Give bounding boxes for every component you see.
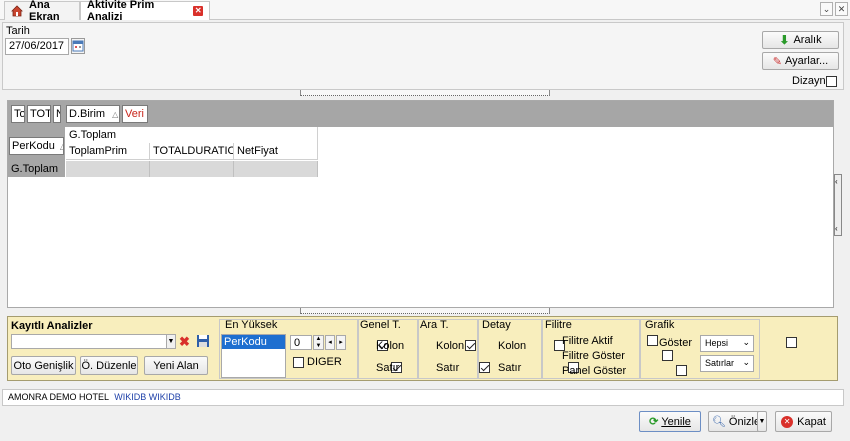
top-n-title: En Yüksek — [225, 319, 278, 331]
filter-panel — [2, 22, 844, 90]
chart-title: Grafik — [645, 319, 675, 331]
filter-active-label: Filitre Aktif — [562, 335, 613, 347]
status-hotel: AMONRA DEMO HOTEL — [8, 392, 109, 402]
preview-icon: 🔍︎ — [711, 416, 726, 428]
preview-dropdown-icon[interactable]: ▼ — [757, 411, 767, 432]
home-icon — [11, 5, 23, 17]
col-header-totalduration: TOTALDURATION — [150, 143, 234, 160]
general-col-label: Kolon — [376, 340, 405, 352]
header-field-veri[interactable]: Veri — [122, 105, 148, 123]
close-tab-icon[interactable]: ✕ — [193, 6, 203, 16]
tab-activity-bonus[interactable]: Aktivite Prim Analizi ✕ — [80, 0, 210, 23]
pencil-icon: ✎ — [772, 55, 782, 68]
other-label: DIGER — [307, 356, 342, 368]
close-label: Kapat — [797, 415, 826, 428]
tab-activity-bonus-label: Aktivite Prim Analizi — [87, 0, 155, 23]
col-header-netfiyat: NetFiyat — [234, 143, 318, 160]
delete-icon[interactable]: ✖ — [179, 334, 193, 349]
header-field-d-birim-label: D.Birim — [69, 108, 106, 120]
analysis-control-panel: Kayıtlı Analizler ▼ ✖ Oto Genişlik Ö. Dü… — [7, 316, 838, 381]
panel-show-label: Panel Göster — [562, 365, 627, 377]
row-field-perkodu[interactable]: PerKodu △ — [9, 137, 64, 155]
pivot-header-area: To TOT N D.Birim △ Veri — [8, 101, 833, 127]
close-button[interactable]: ✕ Kapat — [775, 411, 832, 432]
arrow-down-green-icon: ⬇ — [779, 33, 790, 47]
close-window-icon[interactable]: ✕ — [835, 2, 848, 16]
header-field-n[interactable]: N — [53, 105, 61, 123]
other-checkbox[interactable] — [293, 357, 304, 368]
bottom-splitter[interactable] — [300, 308, 550, 314]
chevron-down-icon[interactable]: ⌄ — [820, 2, 833, 16]
header-field-d-birim[interactable]: D.Birim △ — [66, 105, 120, 123]
data-cell[interactable] — [234, 161, 318, 177]
date-field[interactable]: 27/06/2017 — [5, 38, 69, 55]
refresh-button[interactable]: ⟳ Yenile — [639, 411, 701, 432]
header-field-tot[interactable]: TOT — [27, 105, 51, 123]
pivot-grid: To TOT N D.Birim △ Veri PerKodu △ G.Topl… — [7, 100, 834, 308]
chart-show-label: Göster — [659, 337, 693, 349]
new-field-button[interactable]: Yeni Alan — [144, 356, 208, 375]
arrow-right-icon[interactable]: ▸ — [336, 335, 346, 350]
design-label: Dizayn — [792, 75, 826, 87]
dropdown-arrow-icon[interactable]: ▼ — [166, 334, 176, 349]
tab-home-label: Ana Ekran — [29, 0, 60, 23]
sort-asc-icon: △ — [60, 142, 63, 151]
edit-button[interactable]: Ö. Düzenle — [80, 356, 138, 375]
saved-analyses-select[interactable] — [11, 334, 171, 349]
header-field-to[interactable]: To — [11, 105, 25, 123]
sort-asc-icon: △ — [112, 110, 119, 119]
status-db: WIKIDB WIKIDB — [114, 392, 181, 402]
right-collapse-handle[interactable]: ‹ ‹ — [834, 174, 842, 236]
tab-strip: Ana Ekran Aktivite Prim Analizi ✕ ⌄ ✕ — [0, 0, 850, 23]
design-checkbox[interactable] — [826, 76, 837, 87]
general-row-label: Satır — [376, 362, 400, 374]
auto-width-button[interactable]: Oto Genişlik — [11, 356, 76, 375]
range-button[interactable]: ⬇ Aralık — [762, 31, 839, 49]
row-field-label: PerKodu — [12, 140, 55, 152]
refresh-icon: ⟳ — [649, 416, 659, 428]
spin-updown-icon[interactable]: ▲ ▼ — [313, 335, 324, 350]
chevron-down-icon: ⌄ — [742, 337, 750, 347]
sub-col-label: Kolon — [436, 340, 465, 352]
range-button-label: Aralık — [793, 34, 822, 46]
col-group-header: G.Toplam — [66, 127, 318, 143]
filter-show-label: Filitre Göster — [562, 350, 625, 362]
row-header-gtoplam: G.Toplam — [11, 163, 59, 175]
date-label: Tarih — [6, 25, 30, 37]
chart-axis-select[interactable]: Satırlar ⌄ — [700, 355, 754, 372]
settings-button-label: Ayarlar... — [785, 55, 829, 67]
refresh-label: Yenile — [661, 415, 691, 428]
sub-col-checkbox[interactable] — [465, 340, 477, 351]
tab-home[interactable]: Ana Ekran — [4, 0, 80, 23]
detail-title: Detay — [482, 319, 511, 331]
filter-title: Filitre — [545, 319, 572, 331]
chevron-down-icon: ⌄ — [742, 357, 750, 367]
sub-row-label: Satır — [436, 362, 460, 374]
detail-col-label: Kolon — [498, 340, 527, 352]
chart-axis-value: Satırlar — [705, 358, 735, 368]
chart-scope-select[interactable]: Hepsi ⌄ — [700, 335, 754, 352]
preview-label: Önizle — [728, 415, 761, 428]
close-circle-icon: ✕ — [781, 415, 794, 428]
chart-show-checkbox[interactable] — [785, 337, 797, 348]
top-n-count-field[interactable]: 0 — [290, 335, 312, 350]
status-bar: AMONRA DEMO HOTEL WIKIDB WIKIDB — [2, 389, 844, 406]
col-header-toplamprim: ToplamPrim — [66, 143, 150, 160]
top-n-list-item[interactable]: PerKodu — [222, 335, 285, 349]
data-cell[interactable] — [150, 161, 234, 177]
sub-totals-title: Ara T. — [420, 319, 449, 331]
chart-scope-value: Hepsi — [705, 338, 729, 348]
data-cell[interactable] — [66, 161, 150, 177]
save-icon[interactable] — [196, 334, 210, 349]
top-splitter[interactable] — [300, 90, 550, 96]
saved-analyses-title: Kayıtlı Analizler — [11, 320, 93, 332]
general-totals-title: Genel T. — [360, 319, 401, 331]
preview-button[interactable]: 🔍︎ Önizle — [708, 411, 764, 432]
detail-row-label: Satır — [498, 362, 522, 374]
calendar-icon[interactable] — [71, 38, 85, 54]
top-n-list[interactable]: PerKodu — [221, 334, 286, 378]
settings-button[interactable]: ✎ Ayarlar... — [762, 52, 839, 70]
arrow-left-icon[interactable]: ◂ — [325, 335, 335, 350]
